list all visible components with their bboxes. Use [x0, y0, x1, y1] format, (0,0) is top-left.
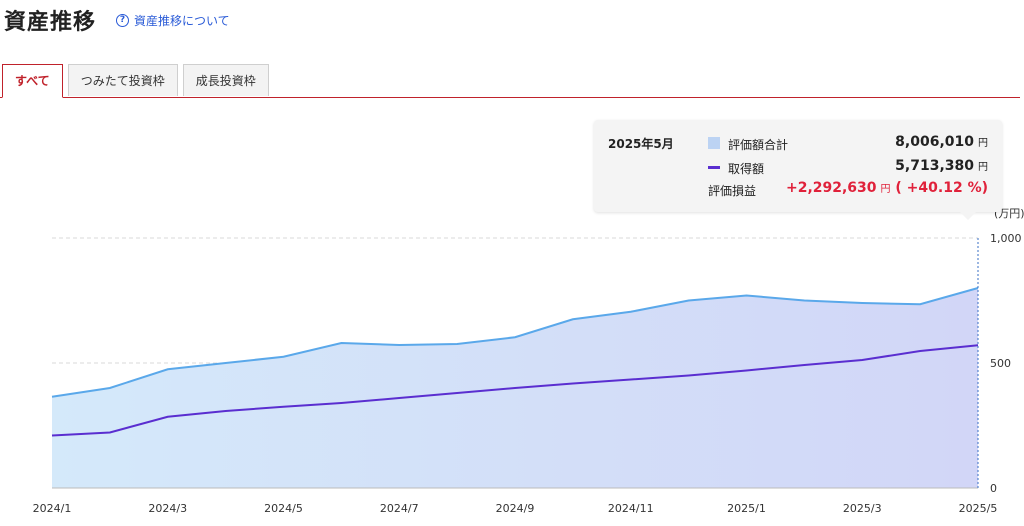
page-title: 資産推移 — [4, 10, 97, 35]
tooltip-label: 取得額 — [728, 162, 765, 176]
tooltip-value: 5,713,380 円 — [895, 158, 988, 174]
help-link[interactable]: ? 資産推移について — [116, 12, 230, 29]
x-tick-label: 2024/1 — [33, 502, 72, 515]
x-tick-label: 2024/7 — [380, 502, 419, 515]
tab-bar: すべて つみたて投資枠 成長投資枠 — [2, 64, 274, 98]
tooltip-row-cost: 取得額 5,713,380 円 — [708, 158, 988, 178]
page-header: 資産推移 ? 資産推移について — [4, 4, 230, 36]
tooltip-label: 評価損益 — [708, 184, 757, 198]
asset-chart[interactable]: 05001,000(万円)2024/1 2024/3 2024/5 2024/7 202… — [0, 200, 1024, 526]
x-tick-label: 2024/3 — [148, 502, 187, 515]
tab-tsumitate[interactable]: つみたて投資枠 — [67, 64, 178, 96]
tab-all[interactable]: すべて — [2, 64, 63, 98]
x-tick-label: 2024/9 — [496, 502, 535, 515]
x-tick-label: 2025/5 — [959, 502, 998, 515]
valuation-swatch — [708, 137, 720, 149]
tooltip-date: 2025年5月 — [608, 137, 674, 151]
tooltip-gain-value: +2,292,630 円 ( +40.12 %) — [785, 180, 988, 196]
cost-swatch — [708, 166, 720, 169]
tooltip-row-valuation: 評価額合計 8,006,010 円 — [708, 134, 988, 154]
tab-growth[interactable]: 成長投資枠 — [182, 64, 269, 96]
question-circle-icon: ? — [116, 13, 130, 27]
y-tick-label: 0 — [990, 482, 997, 495]
chart-tooltip: 2025年5月 評価額合計 8,006,010 円 取得額 5,713,380 円 … — [594, 120, 1002, 220]
x-tick-label: 2025/1 — [727, 502, 766, 515]
tooltip-value: 8,006,010 円 — [895, 134, 988, 150]
tab-underline — [0, 97, 1020, 98]
x-tick-label: 2025/3 — [843, 502, 882, 515]
tooltip-row-gain: 評価損益 +2,292,630 円 ( +40.12 %) — [708, 180, 988, 200]
y-tick-label: 500 — [990, 357, 1011, 370]
y-tick-label: 1,000 — [990, 232, 1022, 245]
x-tick-label: 2024/11 — [608, 502, 654, 515]
help-link-label: 資産推移について — [134, 13, 230, 28]
x-tick-label: 2024/5 — [264, 502, 303, 515]
tooltip-label: 評価額合計 — [728, 138, 789, 152]
